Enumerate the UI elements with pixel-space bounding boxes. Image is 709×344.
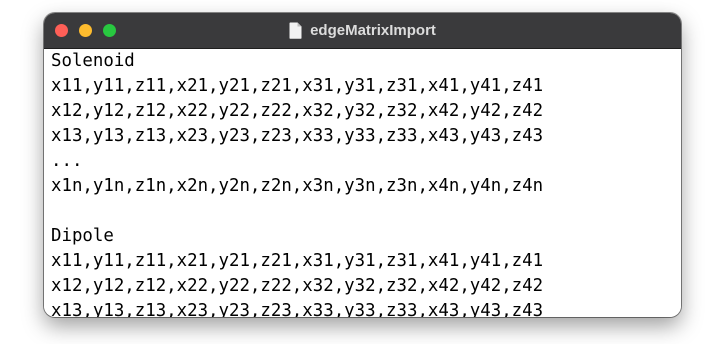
text-line[interactable]: x13,y13,z13,x23,y23,z23,x33,y33,z33,x43,… [51, 124, 543, 149]
window-title-area: edgeMatrixImport [44, 13, 681, 48]
text-line[interactable]: x11,y11,z11,x21,y21,z21,x31,y31,z31,x41,… [51, 74, 543, 99]
title-bar[interactable]: edgeMatrixImport [44, 13, 681, 49]
text-line[interactable]: x13,y13,z13,x23,y23,z23,x33,y33,z33,x43,… [51, 299, 543, 317]
window-title: edgeMatrixImport [310, 22, 436, 39]
text-line[interactable]: x12,y12,z12,x22,y22,z22,x32,y32,z32,x42,… [51, 99, 543, 124]
text-line[interactable]: x1n,y1n,z1n,x2n,y2n,z2n,x3n,y3n,z3n,x4n,… [51, 174, 543, 199]
text-line[interactable]: x12,y12,z12,x22,y22,z22,x32,y32,z32,x42,… [51, 274, 543, 299]
text-line[interactable]: Solenoid [51, 49, 135, 74]
text-editor-window: edgeMatrixImport Solenoid x11,y11,z11,x2… [44, 13, 681, 317]
text-line[interactable]: x11,y11,z11,x21,y21,z21,x31,y31,z31,x41,… [51, 249, 543, 274]
text-line[interactable]: ... [51, 149, 82, 174]
text-content-area[interactable]: Solenoid x11,y11,z11,x21,y21,z21,x31,y31… [44, 49, 681, 317]
text-line[interactable]: Dipole [51, 224, 114, 249]
document-icon [289, 22, 302, 39]
